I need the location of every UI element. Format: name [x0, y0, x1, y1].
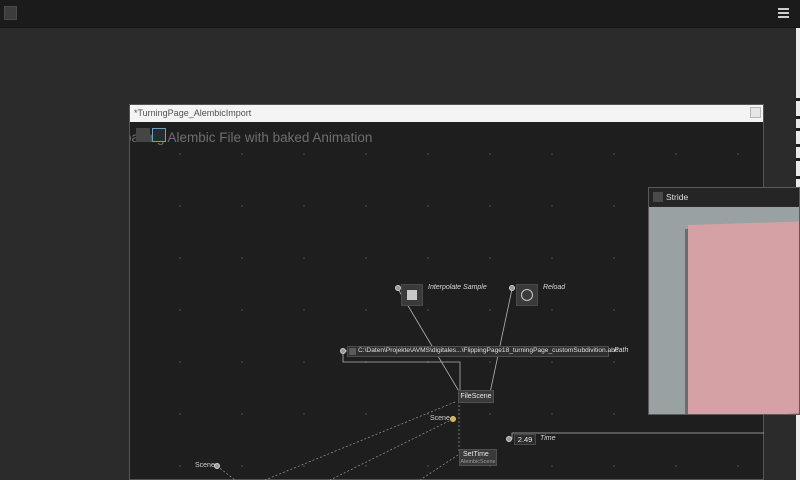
scene-label: Scene [430, 415, 450, 422]
app-logo-icon[interactable] [4, 6, 17, 20]
canvas-selection-icon[interactable] [152, 128, 166, 142]
app-top-bar [0, 0, 800, 28]
scene-label-2: Scene [195, 462, 215, 469]
reload-bang[interactable] [516, 284, 538, 306]
window-title: *TurningPage_AlembicImport [134, 108, 252, 118]
rendered-page [688, 220, 799, 414]
time-output-pin[interactable] [506, 436, 512, 442]
reload-label: Reload [543, 284, 566, 291]
path-output-pin[interactable] [340, 348, 346, 354]
canvas-tool-icon[interactable] [136, 128, 150, 142]
settime-subtitle: AlembicScene [460, 459, 496, 465]
scene-output-pin[interactable] [450, 416, 456, 422]
scene-pin-2[interactable] [214, 463, 220, 469]
settime-title: SetTime [463, 451, 489, 458]
window-title-bar[interactable]: *TurningPage_AlembicImport [130, 105, 763, 123]
filescene-title: FileScene [460, 393, 492, 400]
stride-viewport[interactable] [649, 207, 799, 414]
path-label: Path [614, 347, 629, 354]
square-toggle-icon [407, 290, 417, 300]
stride-title-bar[interactable]: Stride [649, 188, 799, 206]
hamburger-menu-icon[interactable] [778, 8, 789, 18]
interpolate-label: Interpolate Sample [428, 284, 487, 291]
time-value-input[interactable]: 2.49 [514, 434, 536, 445]
circle-bang-icon [521, 289, 533, 301]
filescene-node[interactable]: FileScene [458, 390, 494, 403]
settime-node[interactable]: SetTime AlembicScene [459, 449, 497, 466]
interpolate-toggle[interactable] [401, 284, 423, 306]
stride-window-icon [653, 192, 663, 202]
path-input[interactable]: C:\Daten\Projekte\AVMS\digitales...\Flip… [347, 346, 618, 357]
window-close-button[interactable] [750, 107, 761, 118]
reload-output-pin[interactable] [509, 285, 515, 291]
time-label: Time [540, 435, 556, 442]
stride-title: Stride [666, 192, 689, 202]
stride-render-window: Stride [648, 187, 800, 415]
path-value: C:\Daten\Projekte\AVMS\digitales...\Flip… [358, 347, 619, 354]
path-browse-icon[interactable] [349, 348, 356, 355]
